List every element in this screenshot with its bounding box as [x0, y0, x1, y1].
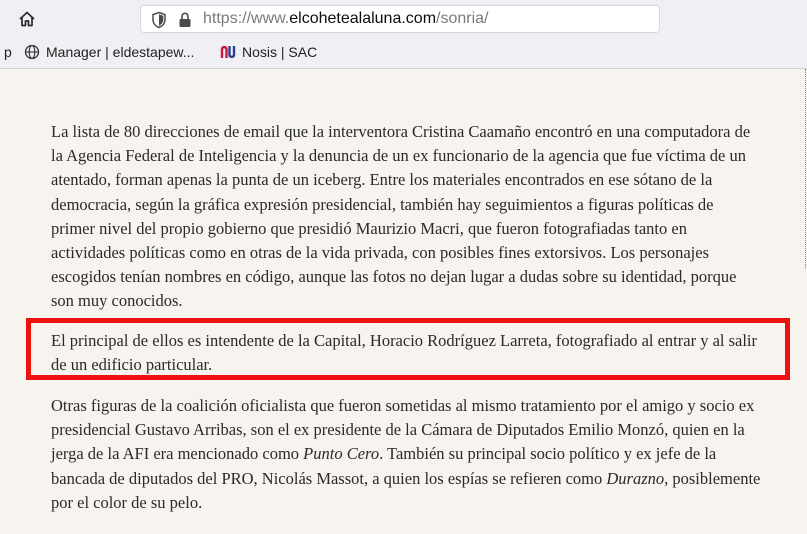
globe-icon: [24, 44, 40, 60]
url-prefix: https://www.: [203, 10, 290, 27]
article-paragraph-3: Otras figuras de la coalición oficialist…: [51, 394, 761, 515]
home-button[interactable]: [12, 6, 42, 32]
bookmark-item-nosis[interactable]: Nosis | SAC: [220, 44, 317, 60]
url-host: elcohetealaluna.com: [289, 10, 437, 27]
lock-icon[interactable]: [177, 11, 193, 29]
bookmarks-toolbar: p Manager | eldestapew... Nosis | SAC: [0, 38, 807, 69]
browser-toolbar: https://www.elcohetealaluna.com/sonria/: [0, 0, 807, 38]
bookmark-label: Nosis | SAC: [242, 44, 318, 60]
nosis-logo-icon: [220, 45, 236, 59]
codename-punto-cero: Punto Cero: [303, 444, 380, 464]
bookmark-label: Manager | eldestapew...: [46, 44, 195, 60]
url-bar[interactable]: https://www.elcohetealaluna.com/sonria/: [140, 5, 660, 33]
shield-icon[interactable]: [151, 11, 167, 29]
home-icon: [19, 11, 35, 27]
bookmark-label: p: [4, 44, 12, 60]
highlight-box: [26, 318, 790, 380]
url-text[interactable]: https://www.elcohetealaluna.com/sonria/: [203, 10, 488, 28]
bookmark-item-manager[interactable]: Manager | eldestapew...: [24, 44, 194, 60]
url-path: /sonria/: [436, 10, 489, 27]
codename-durazno: Durazno: [606, 468, 665, 488]
article-paragraph-1: La lista de 80 direcciones de email que …: [51, 122, 751, 311]
bookmark-item-partial[interactable]: p: [4, 44, 12, 60]
scrollbar-track[interactable]: [805, 69, 806, 269]
